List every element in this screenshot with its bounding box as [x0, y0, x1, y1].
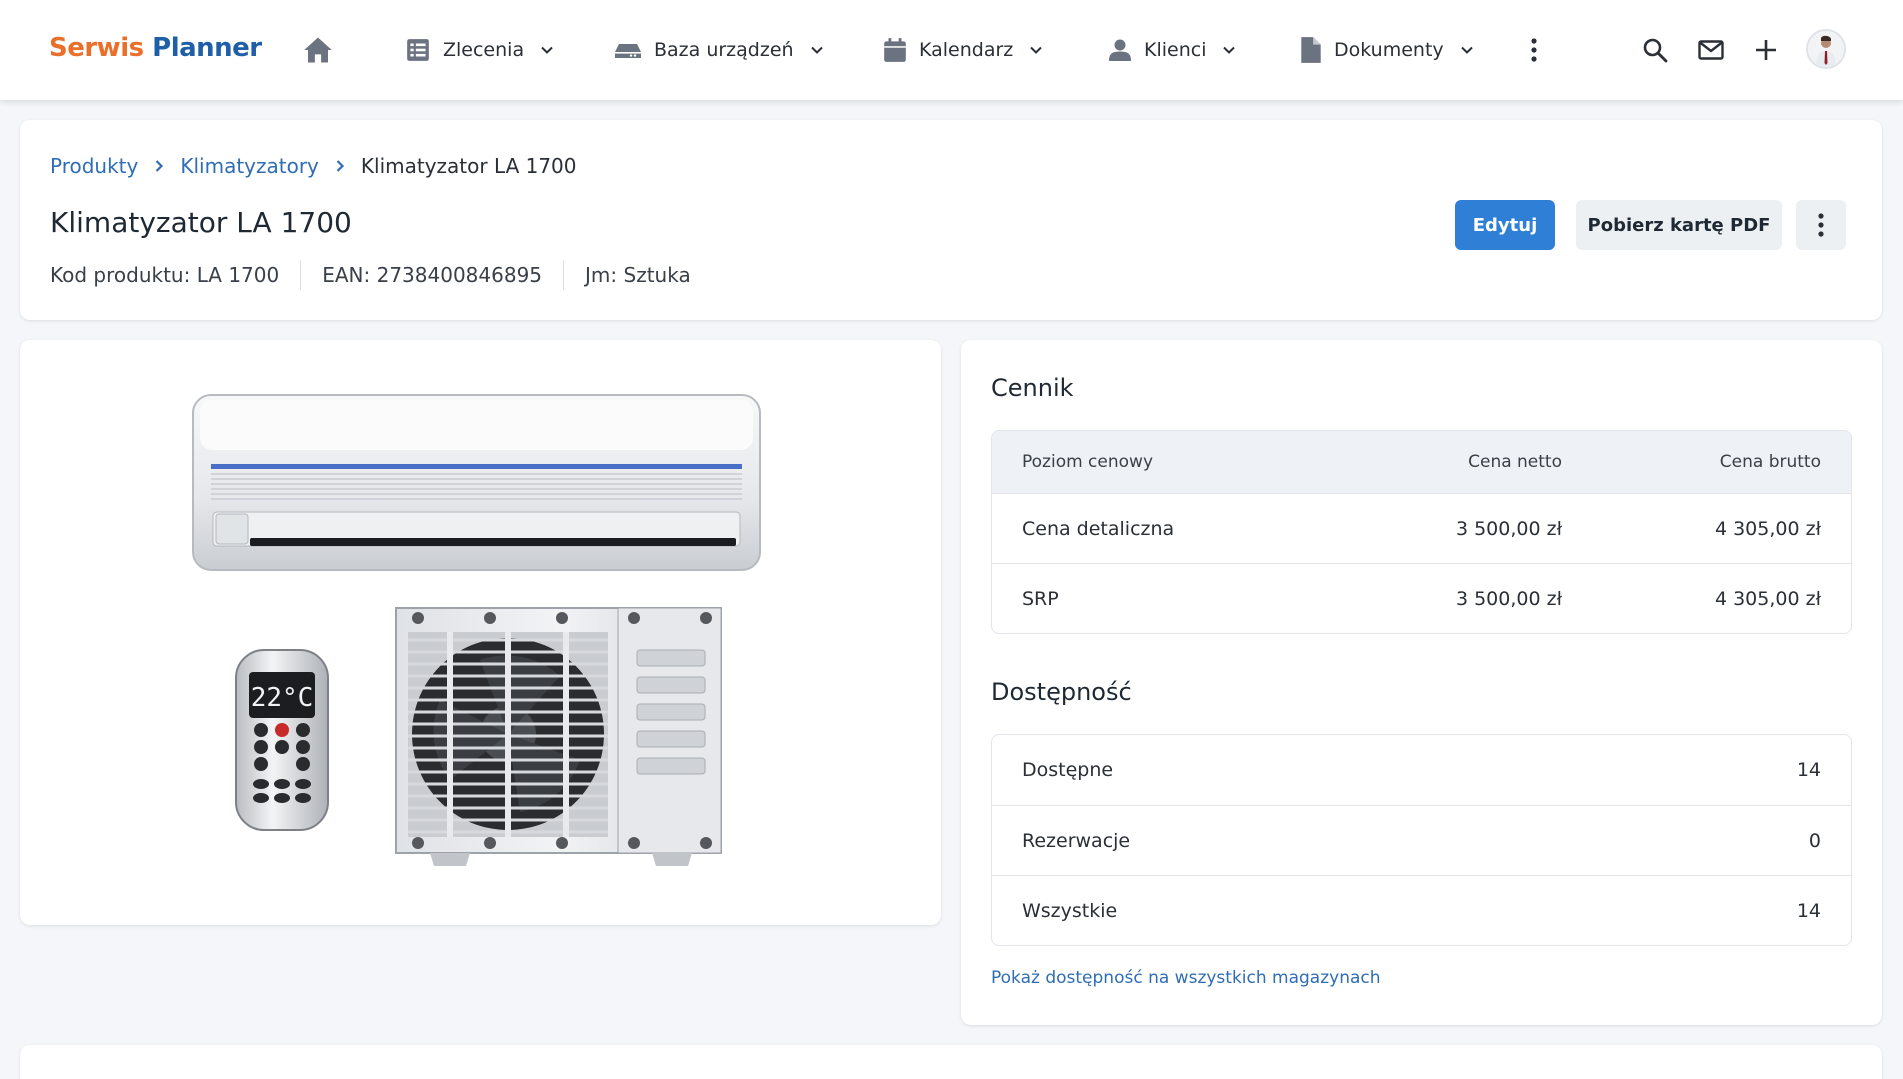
plus-icon[interactable] — [1752, 36, 1780, 64]
nav-label-dokumenty: Dokumenty — [1334, 39, 1444, 61]
availability-label: Rezerwacje — [1022, 829, 1131, 852]
nav-label-klienci: Klienci — [1144, 39, 1207, 61]
breadcrumb-link-klimatyzatory[interactable]: Klimatyzatory — [180, 154, 319, 178]
nav-item-dokumenty[interactable]: Dokumenty — [1300, 0, 1474, 100]
logo-text-planner: Planner — [143, 33, 262, 63]
breadcrumb-current: Klimatyzator LA 1700 — [360, 154, 577, 178]
nav-item-zlecenia[interactable]: Zlecenia — [405, 0, 554, 100]
indoor-unit-illustration — [192, 394, 761, 571]
device-icon — [615, 44, 641, 58]
pricing-table-header: Poziom cenowy Cena netto Cena brutto — [992, 431, 1851, 493]
user-avatar[interactable] — [1806, 29, 1846, 69]
download-pdf-button[interactable]: Pobierz kartę PDF — [1576, 200, 1782, 250]
nav-item-baza-urzadzen[interactable]: Baza urządzeń — [614, 0, 824, 100]
mail-icon[interactable] — [1697, 36, 1725, 64]
price-gross: 4 305,00 zł — [1714, 587, 1821, 610]
app-logo[interactable]: Serwis Planner — [49, 33, 262, 63]
person-icon — [1109, 39, 1131, 61]
nav-label-zlecenia: Zlecenia — [443, 39, 525, 61]
bottom-card — [20, 1045, 1882, 1079]
availability-value: 14 — [1796, 899, 1821, 922]
show-all-warehouses-link[interactable]: Pokaż dostępność na wszystkich magazynac… — [991, 968, 1381, 988]
nav-item-kalendarz[interactable]: Kalendarz — [883, 0, 1043, 100]
product-header-card: Produkty Klimatyzatory Klimatyzator LA 1… — [20, 120, 1882, 320]
document-icon — [1301, 37, 1321, 63]
list-icon — [407, 39, 429, 61]
table-row: SRP 3 500,00 zł 4 305,00 zł — [992, 563, 1851, 633]
product-ean: EAN: 2738400846895 — [300, 260, 563, 290]
home-icon[interactable] — [303, 36, 333, 64]
logo-text-serwis: Serwis — [49, 33, 144, 63]
availability-value: 14 — [1796, 759, 1821, 781]
table-row: Wszystkie 14 — [992, 875, 1851, 945]
price-level: SRP — [1022, 587, 1059, 610]
breadcrumb: Produkty Klimatyzatory Klimatyzator LA 1… — [50, 154, 577, 178]
nav-label-baza-urzadzen: Baza urządzeń — [654, 39, 794, 61]
pricing-header-gross: Cena brutto — [1719, 452, 1821, 472]
table-row: Rezerwacje 0 — [992, 805, 1851, 875]
search-icon[interactable] — [1641, 36, 1669, 64]
product-image-card: 22°C — [20, 340, 941, 925]
nav-item-klienci[interactable]: Klienci — [1108, 0, 1236, 100]
chevron-right-icon — [156, 160, 164, 172]
top-navigation-bar: Serwis Planner Zlecenia Baza urządzeń Ka… — [0, 0, 1903, 100]
chevron-down-icon — [1460, 46, 1473, 54]
table-row: Cena detaliczna 3 500,00 zł 4 305,00 zł — [992, 493, 1851, 563]
pricing-header-net: Cena netto — [1468, 452, 1562, 472]
availability-label: Dostępne — [1022, 759, 1114, 781]
price-gross: 4 305,00 zł — [1714, 517, 1821, 540]
more-vertical-icon[interactable] — [1522, 36, 1546, 64]
price-net: 3 500,00 zł — [1455, 587, 1562, 610]
remote-control-illustration: 22°C — [235, 649, 329, 831]
availability-table: Dostępne 14 Rezerwacje 0 Wszystkie 14 — [991, 734, 1852, 946]
nav-label-kalendarz: Kalendarz — [919, 39, 1014, 61]
chevron-down-icon — [541, 46, 553, 54]
pricing-section-title: Cennik — [991, 374, 1074, 402]
breadcrumb-link-produkty[interactable]: Produkty — [50, 154, 138, 178]
more-actions-button[interactable] — [1796, 200, 1846, 250]
product-meta: Kod produktu: LA 1700 EAN: 2738400846895… — [50, 260, 712, 290]
product-unit: Jm: Sztuka — [563, 260, 712, 290]
chevron-down-icon — [810, 46, 823, 54]
price-net: 3 500,00 zł — [1455, 517, 1562, 540]
edit-button[interactable]: Edytuj — [1455, 200, 1555, 250]
availability-label: Wszystkie — [1022, 899, 1118, 922]
calendar-icon — [884, 38, 906, 62]
avatar-person-icon — [1808, 31, 1844, 67]
product-image[interactable]: 22°C — [20, 340, 941, 925]
pricing-table: Poziom cenowy Cena netto Cena brutto Cen… — [991, 430, 1852, 634]
table-row: Dostępne 14 — [992, 735, 1851, 805]
availability-section-title: Dostępność — [991, 678, 1132, 706]
pricing-availability-card: Cennik Poziom cenowy Cena netto Cena bru… — [961, 340, 1882, 1025]
availability-value: 0 — [1808, 829, 1821, 852]
page-title: Klimatyzator LA 1700 — [50, 206, 352, 239]
chevron-down-icon — [1030, 46, 1042, 54]
chevron-down-icon — [1223, 46, 1236, 54]
remote-display-text: 22°C — [251, 683, 314, 713]
pricing-header-level: Poziom cenowy — [1022, 452, 1154, 472]
outdoor-unit-illustration — [395, 607, 722, 866]
more-vertical-icon — [1818, 213, 1824, 237]
price-level: Cena detaliczna — [1022, 517, 1175, 540]
chevron-right-icon — [336, 160, 344, 172]
product-code: Kod produktu: LA 1700 — [50, 263, 280, 287]
